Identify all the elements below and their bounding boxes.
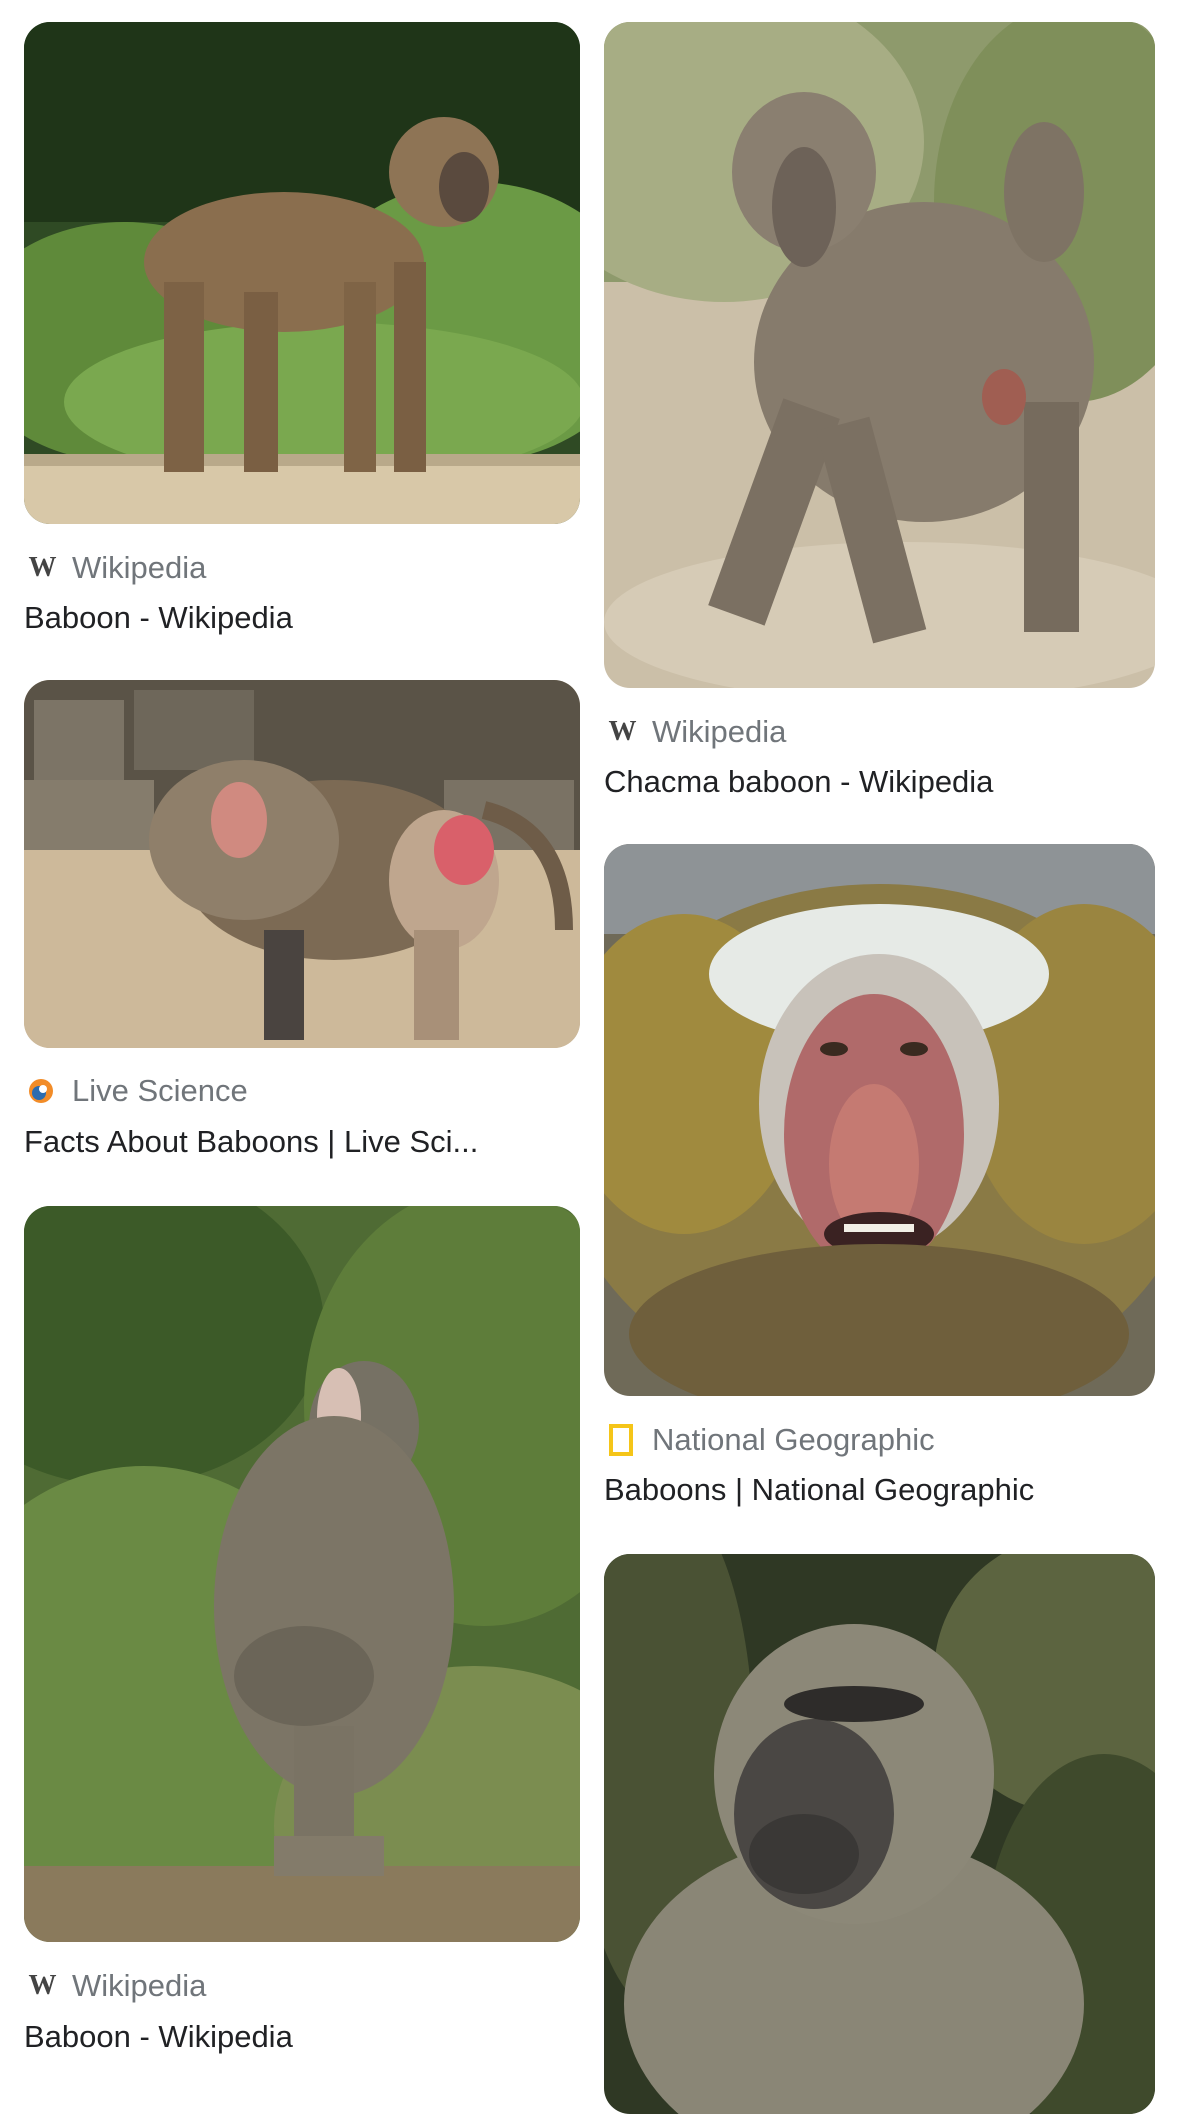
source-name: National Geographic: [652, 1422, 935, 1457]
result-image[interactable]: [24, 22, 580, 524]
wikipedia-icon: W: [28, 552, 57, 583]
source-name: Live Science: [72, 1073, 248, 1108]
source-row[interactable]: National Geographic: [604, 1420, 935, 1460]
source-name: Wikipedia: [652, 714, 787, 749]
result-title[interactable]: Baboon - Wikipedia: [24, 2017, 580, 2057]
source-row[interactable]: W Wikipedia: [24, 1966, 207, 2006]
national-geographic-icon: [604, 1423, 638, 1457]
source-row[interactable]: Live Science: [24, 1071, 248, 1111]
result-title[interactable]: Baboons | National Geographic: [604, 1470, 1155, 1510]
result-image[interactable]: [604, 844, 1155, 1396]
result-title[interactable]: Baboon - Wikipedia: [24, 598, 580, 638]
live-science-icon: [24, 1074, 58, 1108]
source-name: Wikipedia: [72, 550, 207, 585]
source-row[interactable]: W Wikipedia: [24, 548, 207, 588]
result-title[interactable]: Facts About Baboons | Live Sci...: [24, 1122, 580, 1162]
wikipedia-icon: W: [608, 716, 637, 747]
source-row[interactable]: W Wikipedia: [604, 712, 787, 752]
result-image[interactable]: [24, 1206, 580, 1942]
result-title[interactable]: Chacma baboon - Wikipedia: [604, 762, 1155, 802]
result-image[interactable]: [604, 1554, 1155, 2114]
source-name: Wikipedia: [72, 1968, 207, 2003]
result-image[interactable]: [604, 22, 1155, 688]
wikipedia-icon: W: [28, 1970, 57, 2001]
result-image[interactable]: [24, 680, 580, 1048]
